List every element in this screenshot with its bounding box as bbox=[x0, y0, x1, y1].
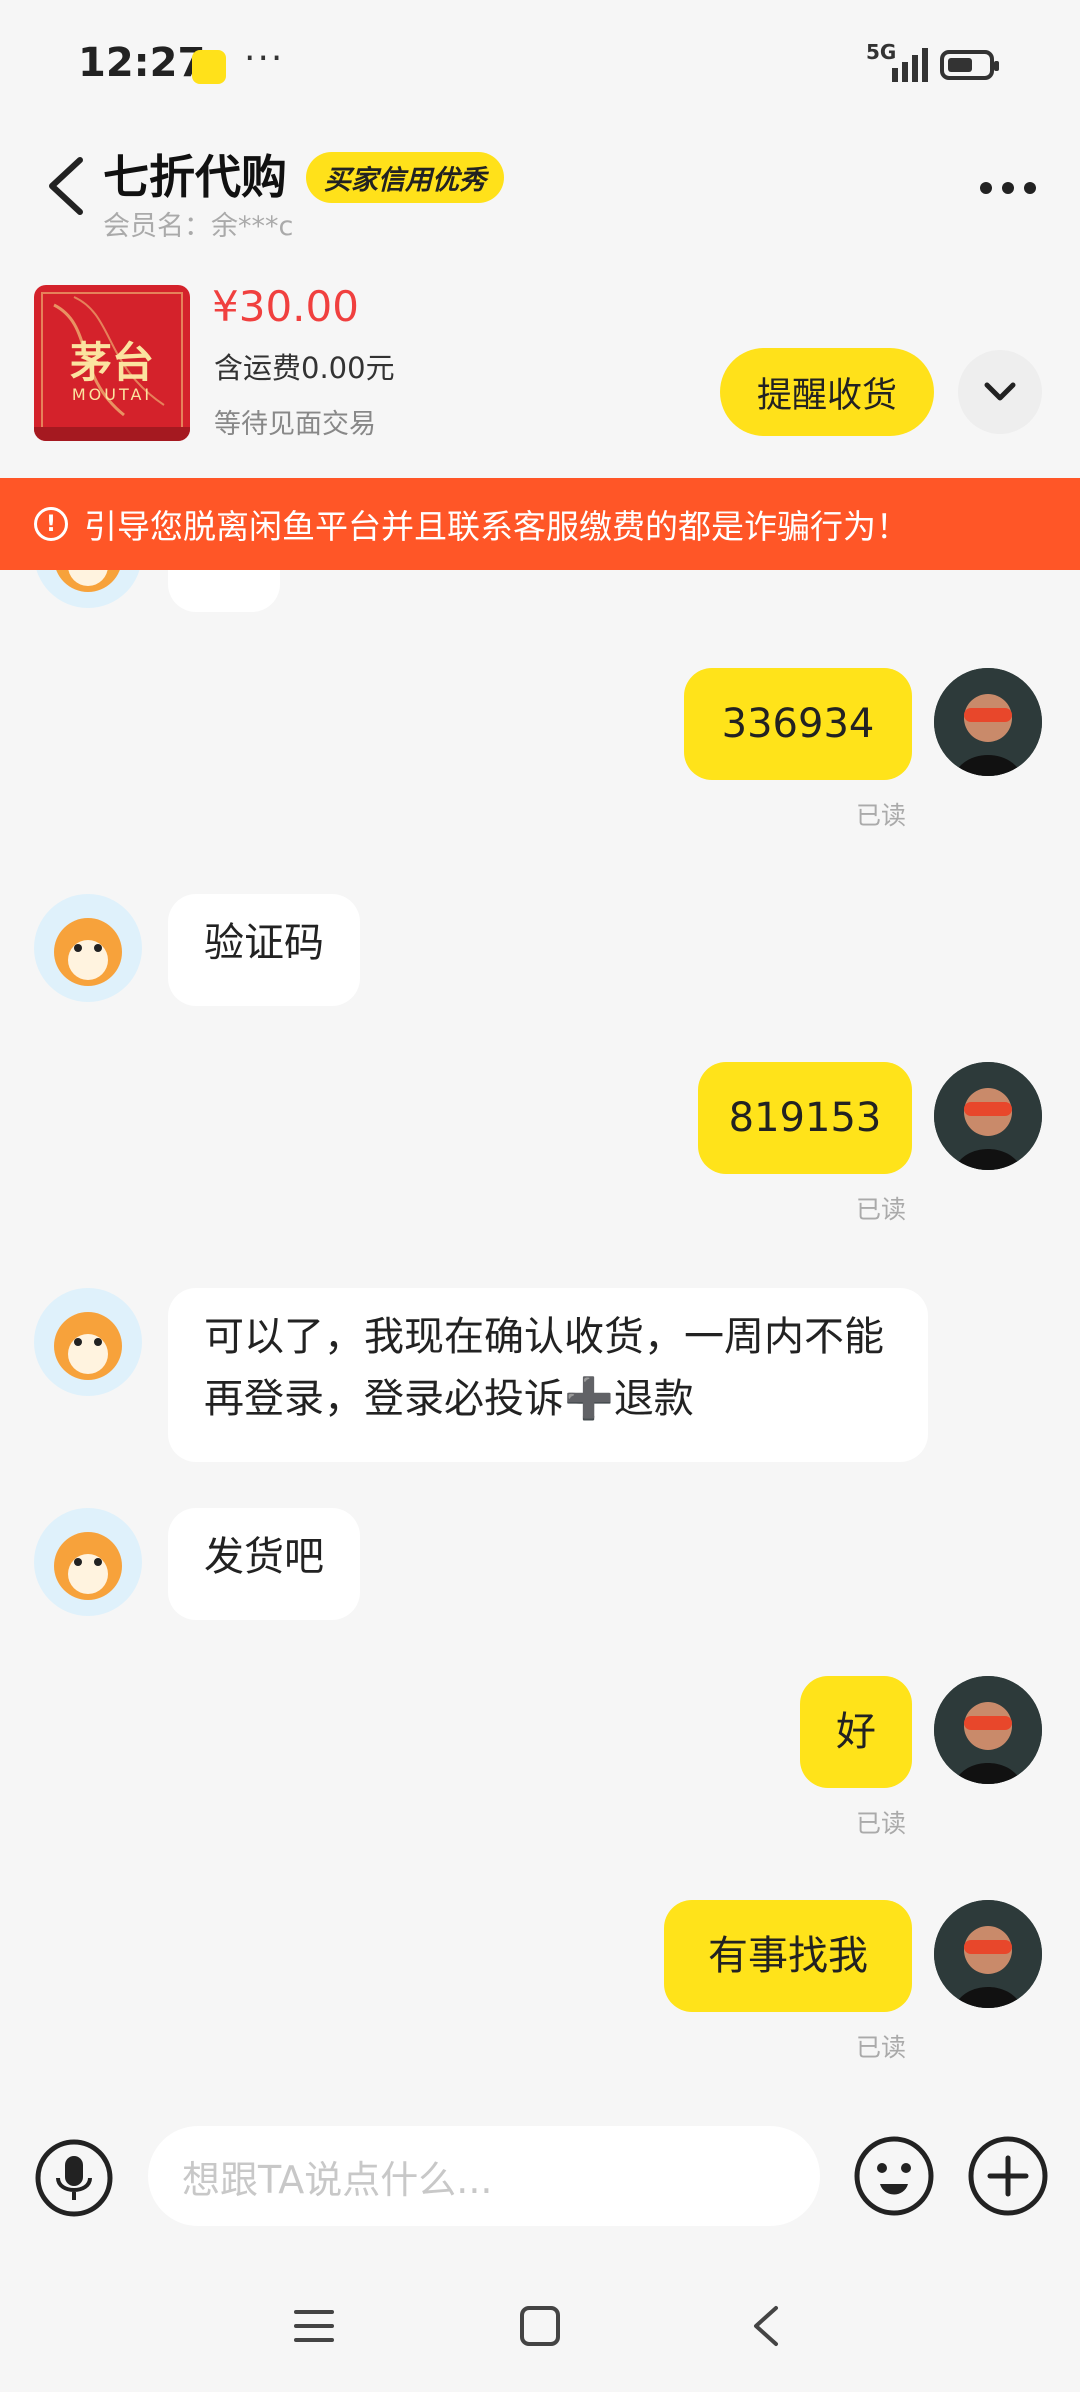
my-avatar[interactable] bbox=[934, 1676, 1042, 1784]
warning-icon: ! bbox=[34, 507, 68, 541]
battery-icon bbox=[940, 50, 999, 80]
message-bubble: 发货吧 bbox=[168, 1508, 360, 1620]
message-input[interactable]: 想跟TA说点什么... bbox=[148, 2126, 820, 2226]
chevron-down-icon bbox=[984, 382, 1016, 401]
expand-button[interactable] bbox=[958, 350, 1042, 434]
remind-receipt-button[interactable]: 提醒收货 bbox=[720, 348, 934, 436]
mic-icon[interactable] bbox=[34, 2138, 114, 2218]
product-price: ¥30.00 bbox=[212, 282, 359, 331]
member-name: 会员名：余***c bbox=[103, 211, 294, 242]
menu-icon[interactable] bbox=[292, 2306, 336, 2346]
shipping-fee: 含运费0.00元 bbox=[214, 351, 395, 385]
message-bubble: 好 bbox=[800, 1676, 912, 1788]
emoji-icon[interactable] bbox=[852, 2134, 936, 2218]
plus-icon[interactable] bbox=[966, 2134, 1050, 2218]
my-avatar[interactable] bbox=[934, 1900, 1042, 2008]
status-more-indicator: ··· bbox=[244, 38, 285, 79]
trade-status: 等待见面交易 bbox=[214, 409, 376, 440]
message-bubble: 验证码 bbox=[168, 894, 360, 1006]
home-icon[interactable] bbox=[518, 2304, 562, 2348]
message-bubble: 819153 bbox=[698, 1062, 912, 1174]
read-receipt: 已读 bbox=[856, 801, 907, 830]
back-icon[interactable] bbox=[38, 150, 94, 222]
signal-icon bbox=[892, 48, 928, 82]
fraud-warning-banner-overlay: ! 引导您脱离闲鱼平台并且联系客服缴费的都是诈骗行为！ bbox=[0, 478, 1080, 570]
product-brand-cn: 茅台 bbox=[69, 338, 154, 387]
page-title: 七折代购 bbox=[103, 150, 287, 204]
seller-avatar[interactable] bbox=[34, 1508, 142, 1616]
status-time: 12:27 bbox=[78, 40, 206, 86]
credit-badge: 买家信用优秀 bbox=[306, 152, 504, 203]
seller-avatar[interactable] bbox=[34, 1288, 142, 1396]
message-bubble: 有事找我 bbox=[664, 1900, 912, 2012]
seller-avatar[interactable] bbox=[34, 894, 142, 1002]
product-image[interactable]: 茅台 MOUTAI bbox=[34, 285, 190, 441]
warning-text: 引导您脱离闲鱼平台并且联系客服缴费的都是诈骗行为！ bbox=[84, 507, 909, 546]
product-brand-en: MOUTAI bbox=[71, 385, 153, 404]
app-notification-icon bbox=[192, 50, 226, 84]
read-receipt: 已读 bbox=[856, 1195, 907, 1224]
my-avatar[interactable] bbox=[934, 1062, 1042, 1170]
read-receipt: 已读 bbox=[856, 1809, 907, 1838]
message-bubble: 336934 bbox=[684, 668, 912, 780]
more-icon[interactable] bbox=[976, 160, 1040, 216]
read-receipt: 已读 bbox=[856, 2033, 907, 2062]
my-avatar[interactable] bbox=[934, 668, 1042, 776]
nav-back-icon[interactable] bbox=[748, 2302, 784, 2350]
message-bubble: 可以了，我现在确认收货，一周内不能再登录，登录必投诉➕退款 bbox=[168, 1288, 928, 1462]
